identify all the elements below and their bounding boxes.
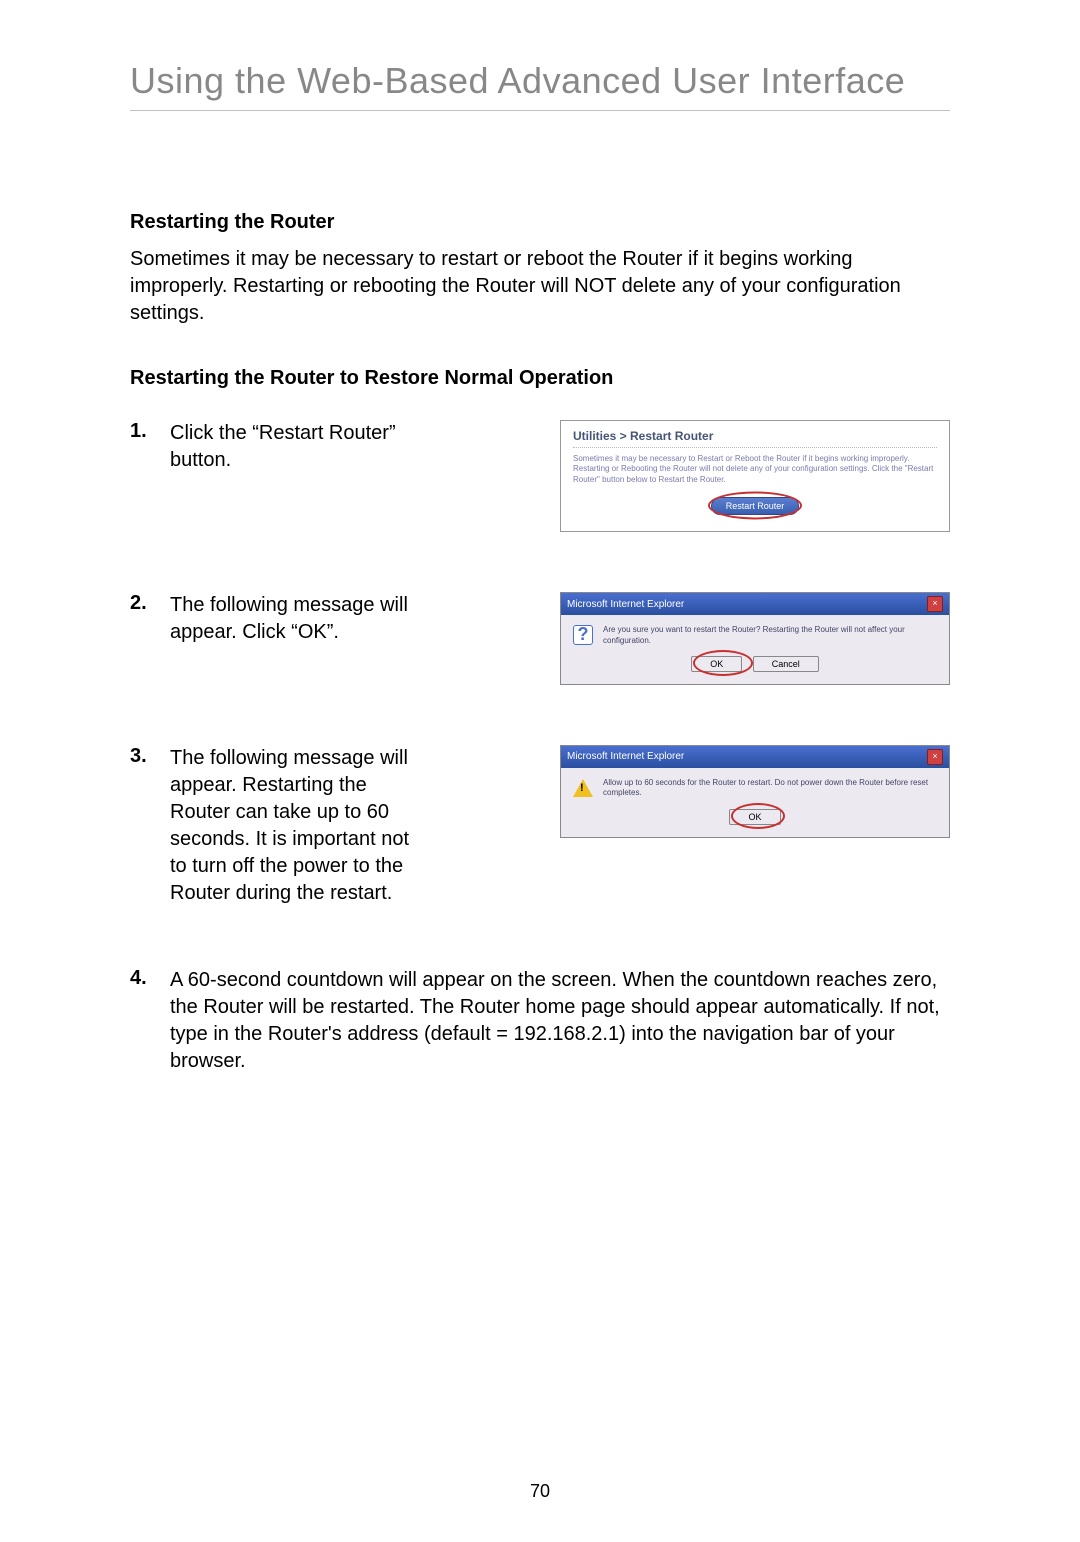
panel-description: Sometimes it may be necessary to Restart…	[573, 454, 937, 485]
dialog-message: Allow up to 60 seconds for the Router to…	[603, 778, 937, 799]
step-text: The following message will appear. Resta…	[170, 745, 430, 907]
section-heading: Restarting the Router	[130, 211, 950, 234]
dialog-titlebar: Microsoft Internet Explorer ×	[561, 746, 949, 768]
step-text: A 60-second countdown will appear on the…	[170, 967, 950, 1075]
ie-alert-dialog: Microsoft Internet Explorer × Allow up t…	[560, 745, 950, 838]
utilities-panel: Utilities > Restart Router Sometimes it …	[560, 420, 950, 532]
ie-confirm-dialog: Microsoft Internet Explorer × ? Are you …	[560, 592, 950, 685]
dialog-body: ? Are you sure you want to restart the R…	[561, 615, 949, 652]
step-figure: Microsoft Internet Explorer × Allow up t…	[430, 745, 950, 838]
step-figure: Utilities > Restart Router Sometimes it …	[430, 420, 950, 532]
step-number: 2.	[130, 592, 170, 615]
dialog-title: Microsoft Internet Explorer	[567, 599, 684, 610]
step-4: 4. A 60-second countdown will appear on …	[130, 967, 950, 1075]
page-title: Using the Web-Based Advanced User Interf…	[130, 60, 950, 111]
dialog-buttons: OK Cancel	[561, 652, 949, 684]
section-body: Sometimes it may be necessary to restart…	[130, 246, 950, 327]
dialog-body: Allow up to 60 seconds for the Router to…	[561, 768, 949, 805]
step-2: 2. The following message will appear. Cl…	[130, 592, 950, 685]
step-text: The following message will appear. Click…	[170, 592, 430, 646]
document-page: Using the Web-Based Advanced User Interf…	[0, 0, 1080, 1542]
dialog-titlebar: Microsoft Internet Explorer ×	[561, 593, 949, 615]
ok-button[interactable]: OK	[729, 809, 780, 825]
warning-icon	[573, 778, 593, 798]
ok-button[interactable]: OK	[691, 656, 742, 672]
step-text: Click the “Restart Router” button.	[170, 420, 430, 474]
cancel-button[interactable]: Cancel	[753, 656, 819, 672]
dialog-buttons: OK	[561, 805, 949, 837]
step-3: 3. The following message will appear. Re…	[130, 745, 950, 907]
step-number: 3.	[130, 745, 170, 768]
step-number: 1.	[130, 420, 170, 443]
panel-title: Utilities > Restart Router	[573, 429, 937, 448]
restart-router-button[interactable]: Restart Router	[711, 497, 800, 515]
page-number: 70	[0, 1481, 1080, 1502]
question-icon: ?	[573, 625, 593, 645]
subsection-heading: Restarting the Router to Restore Normal …	[130, 367, 950, 390]
step-figure: Microsoft Internet Explorer × ? Are you …	[430, 592, 950, 685]
step-number: 4.	[130, 967, 170, 990]
dialog-message: Are you sure you want to restart the Rou…	[603, 625, 937, 646]
close-icon[interactable]: ×	[927, 596, 943, 612]
step-1: 1. Click the “Restart Router” button. Ut…	[130, 420, 950, 532]
close-icon[interactable]: ×	[927, 749, 943, 765]
panel-button-wrap: Restart Router	[573, 497, 937, 515]
dialog-title: Microsoft Internet Explorer	[567, 751, 684, 762]
